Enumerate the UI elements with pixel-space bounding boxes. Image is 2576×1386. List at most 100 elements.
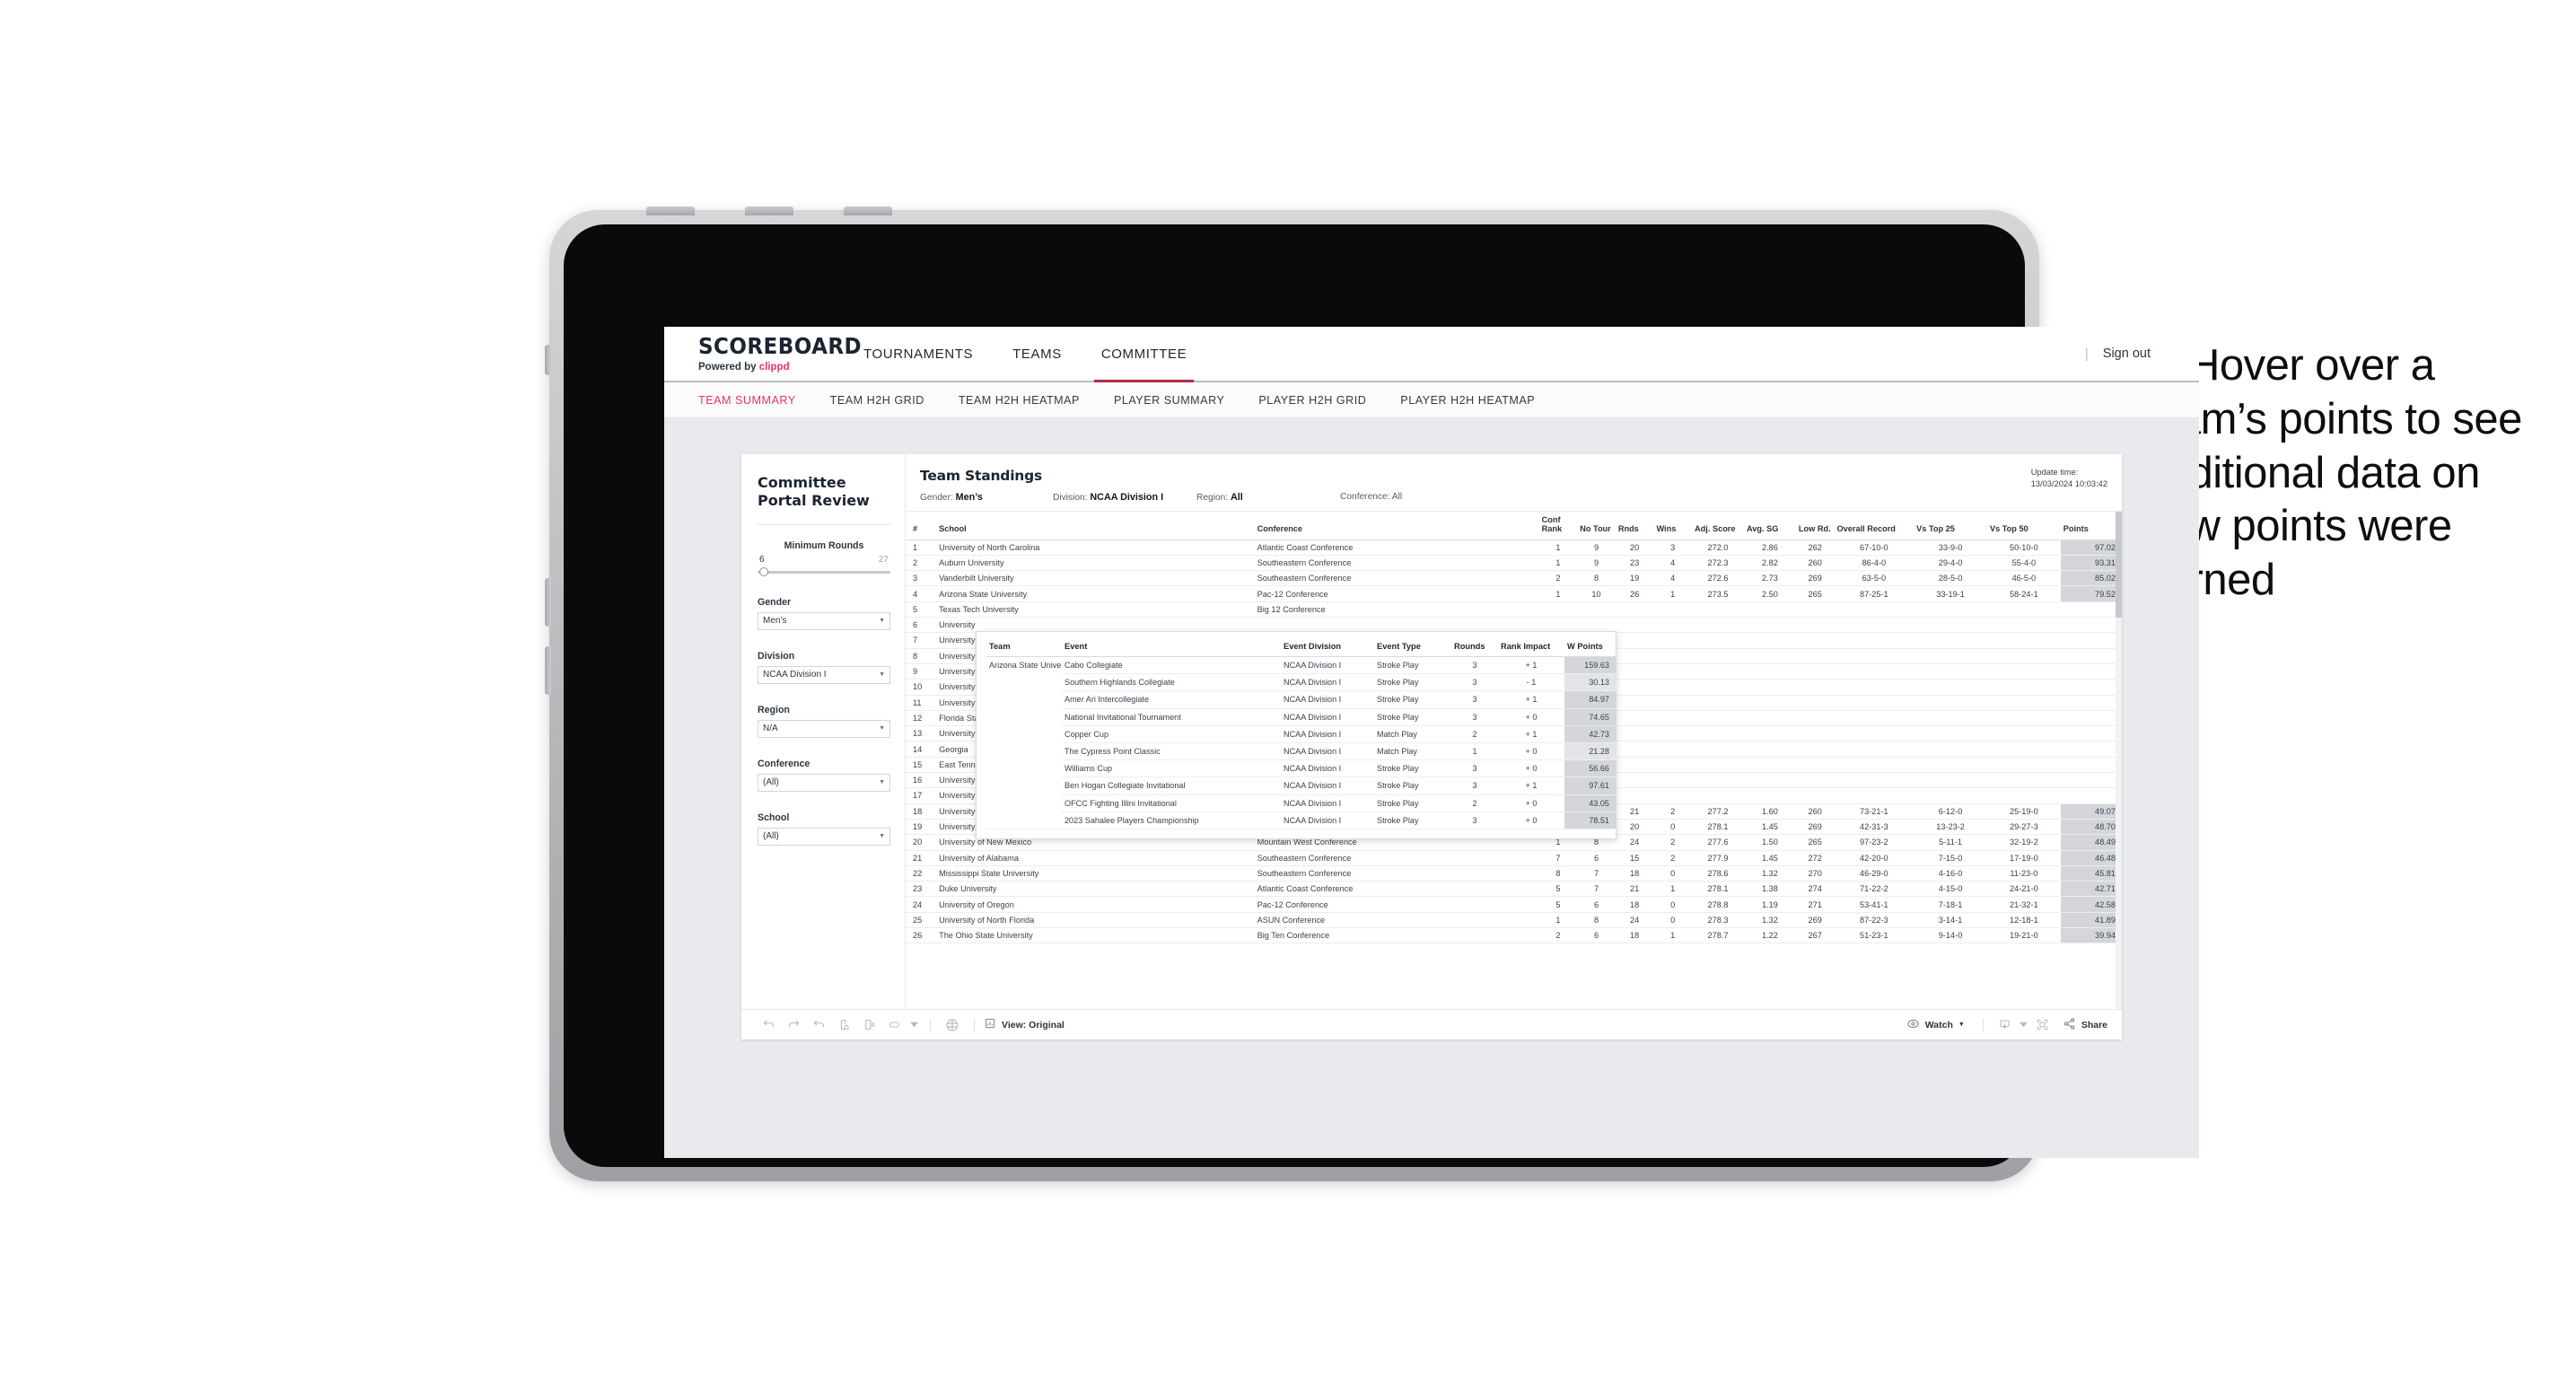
filter-minimum-rounds: Minimum Rounds 6 27 [758, 540, 890, 576]
cell-points[interactable] [2060, 632, 2122, 649]
table-row[interactable]: 2 Auburn University Southeastern Conferenc… [906, 555, 2122, 572]
cell-points[interactable] [2060, 695, 2122, 711]
col-conf-rank[interactable]: Conf Rank [1538, 512, 1578, 540]
table-row[interactable]: 24 University of Oregon Pac-12 Conference 5… [906, 896, 2122, 913]
minimum-rounds-slider[interactable] [758, 566, 890, 576]
table-cell: 33-19-1 [1914, 585, 1987, 602]
nav-item-committee[interactable]: COMMITTEE [1082, 327, 1206, 382]
slider-handle[interactable] [759, 566, 768, 576]
download-chevron-icon[interactable] [2018, 1014, 2030, 1036]
cell-points[interactable]: 49.07 [2060, 803, 2122, 820]
table-cell: 58-24-1 [1986, 585, 2061, 602]
watch-button[interactable]: Watch ▼ [1906, 1017, 1965, 1033]
table-row[interactable]: 21 University of Alabama Southeastern Conf… [906, 850, 2122, 866]
table-cell: 278.8 [1692, 896, 1744, 913]
filter-gender-select[interactable]: Men’s ▼ [758, 611, 890, 630]
col-avg-sg[interactable]: Avg. SG [1743, 512, 1796, 540]
table-row[interactable]: 23 Duke University Atlantic Coast Conferen… [906, 881, 2122, 898]
cell-points[interactable]: 45.81 [2060, 865, 2122, 882]
col-conference[interactable]: Conference [1254, 512, 1539, 540]
col-no-tour[interactable]: No Tour [1577, 512, 1616, 540]
download-icon[interactable] [1993, 1014, 2018, 1036]
refresh-icon[interactable] [831, 1014, 856, 1036]
table-cell [1653, 648, 1693, 664]
tooltip-event-type: Stroke Play [1374, 708, 1451, 726]
redo-icon[interactable] [781, 1014, 806, 1036]
table-row[interactable]: 26 The Ohio State University Big Ten Confe… [906, 927, 2122, 944]
table-row[interactable]: 25 University of North Florida ASUN Confer… [906, 912, 2122, 929]
view-original-button[interactable]: View: Original [984, 1017, 1065, 1032]
cell-points[interactable] [2060, 725, 2122, 742]
table-cell [1834, 710, 1914, 727]
col-wins[interactable]: Wins [1653, 512, 1693, 540]
table-row[interactable]: 22 Mississippi State University Southeaste… [906, 865, 2122, 882]
table-row[interactable]: 3 Vanderbilt University Southeastern Confe… [906, 570, 2122, 587]
cell-points[interactable]: 42.58 [2060, 896, 2122, 913]
col-overall-rec[interactable]: Overall Record [1834, 512, 1914, 540]
cell-points[interactable] [2060, 679, 2122, 696]
table-row[interactable]: 5 Texas Tech University Big 12 Conference [906, 601, 2122, 618]
tooltip-row: National Invitational Tournament NCAA Div… [986, 708, 1617, 726]
brand-logo[interactable]: SCOREBOARD Powered by clippd [664, 327, 862, 381]
cell-points[interactable]: 48.70 [2060, 819, 2122, 836]
filter-school-select[interactable]: (All) ▼ [758, 827, 890, 846]
cell-points[interactable]: 79.52 [2060, 585, 2122, 602]
tooltip-rank-impact: + 1 [1498, 690, 1564, 709]
table-cell: 26 [1615, 585, 1654, 602]
col-vs-top-50[interactable]: Vs Top 50 [1986, 512, 2061, 540]
table-row[interactable]: 1 University of North Carolina Atlantic Co… [906, 539, 2122, 556]
sign-out-link[interactable]: Sign out [2103, 346, 2151, 361]
cell-points[interactable]: 42.71 [2060, 881, 2122, 898]
filter-region-select[interactable]: N/A ▼ [758, 719, 890, 738]
tab-player-h2h-heatmap[interactable]: PLAYER H2H HEATMAP [1400, 394, 1535, 407]
col-points[interactable]: Points [2060, 512, 2122, 540]
cell-points[interactable]: 93.31 [2060, 555, 2122, 572]
tab-team-h2h-grid[interactable]: TEAM H2H GRID [830, 394, 924, 407]
share-button[interactable]: Share [2063, 1017, 2107, 1033]
cell-points[interactable] [2060, 741, 2122, 758]
cell-points[interactable] [2060, 710, 2122, 727]
cell-points[interactable]: 97.02 [2060, 539, 2122, 556]
pause-icon[interactable] [856, 1014, 881, 1036]
pause-auto-update-icon[interactable] [940, 1014, 965, 1036]
nav-item-teams[interactable]: TEAMS [993, 327, 1082, 381]
table-scrollbar[interactable] [2116, 512, 2122, 1009]
cell-points[interactable]: 41.89 [2060, 912, 2122, 929]
table-row[interactable]: 4 Arizona State University Pac-12 Conferen… [906, 585, 2122, 602]
cell-points[interactable] [2060, 663, 2122, 680]
scrollbar-thumb[interactable] [2116, 512, 2122, 618]
table-cell [1653, 601, 1693, 618]
table-cell [1615, 663, 1654, 680]
cell-points[interactable]: 48.49 [2060, 834, 2122, 851]
cell-points[interactable] [2060, 601, 2122, 618]
table-cell: 262 [1795, 539, 1835, 556]
col-rnds[interactable]: Rnds [1615, 512, 1654, 540]
cell-points[interactable] [2060, 757, 2122, 774]
cell-points[interactable] [2060, 772, 2122, 789]
tab-player-summary[interactable]: PLAYER SUMMARY [1114, 394, 1224, 407]
col-school[interactable]: School [936, 512, 1255, 540]
tab-team-summary[interactable]: TEAM SUMMARY [698, 394, 796, 407]
cell-points[interactable] [2060, 787, 2122, 804]
revert-icon[interactable] [806, 1014, 831, 1036]
cell-points[interactable]: 85.02 [2060, 570, 2122, 587]
tab-player-h2h-grid[interactable]: PLAYER H2H GRID [1258, 394, 1366, 407]
filter-division-select[interactable]: NCAA Division I ▼ [758, 665, 890, 684]
cell-points[interactable]: 46.48 [2060, 850, 2122, 866]
col-low-rd[interactable]: Low Rd. [1795, 512, 1835, 540]
filter-conference-select[interactable]: (All) ▼ [758, 773, 890, 792]
fullscreen-icon[interactable] [2030, 1014, 2055, 1036]
col-vs-top-25[interactable]: Vs Top 25 [1914, 512, 1987, 540]
cell-points[interactable] [2060, 617, 2122, 634]
tab-team-h2h-heatmap[interactable]: TEAM H2H HEATMAP [959, 394, 1080, 407]
tooltip-col-division: Event Division [1281, 640, 1374, 657]
col-rank[interactable]: # [906, 512, 937, 540]
cell-points[interactable] [2060, 648, 2122, 664]
col-adj-score[interactable]: Adj. Score [1692, 512, 1744, 540]
table-cell: 2 [1653, 850, 1693, 866]
device-layout-chevron-icon[interactable] [907, 1014, 921, 1036]
device-layout-icon[interactable] [881, 1014, 907, 1036]
nav-item-tournaments[interactable]: TOURNAMENTS [844, 327, 993, 381]
cell-points[interactable]: 39.94 [2060, 927, 2122, 944]
undo-icon[interactable] [756, 1014, 781, 1036]
